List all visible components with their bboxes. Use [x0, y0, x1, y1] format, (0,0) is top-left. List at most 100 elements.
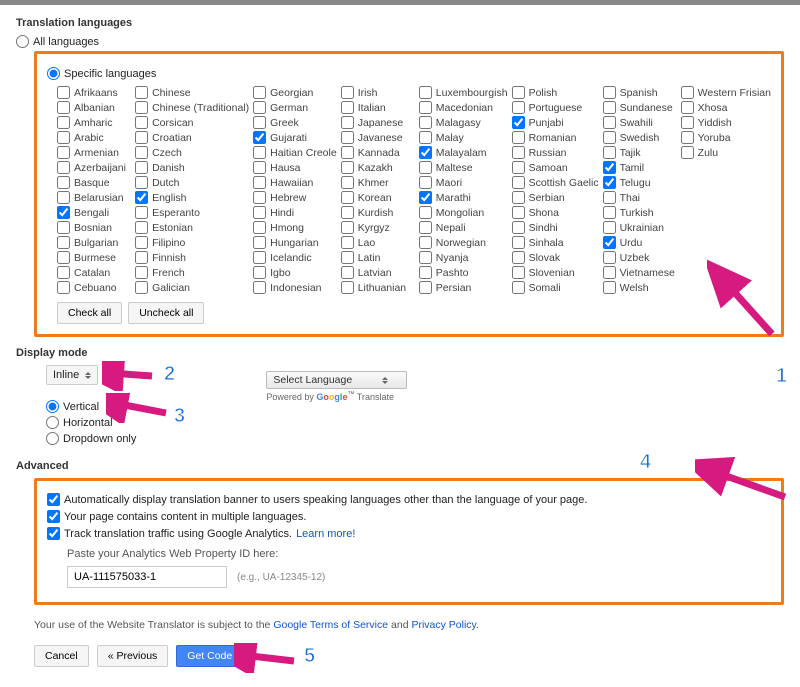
language-checkbox[interactable]: [253, 161, 266, 174]
language-checkbox[interactable]: [341, 206, 354, 219]
language-item[interactable]: Xhosa: [681, 101, 771, 114]
language-item[interactable]: Croatian: [135, 131, 249, 144]
language-item[interactable]: Marathi: [419, 191, 508, 204]
language-checkbox[interactable]: [135, 131, 148, 144]
language-checkbox[interactable]: [57, 161, 70, 174]
language-item[interactable]: Armenian: [57, 146, 131, 159]
language-item[interactable]: Slovak: [512, 251, 599, 264]
language-checkbox[interactable]: [341, 236, 354, 249]
language-item[interactable]: Zulu: [681, 146, 771, 159]
language-checkbox[interactable]: [681, 131, 694, 144]
language-item[interactable]: Persian: [419, 281, 508, 294]
language-item[interactable]: Pashto: [419, 266, 508, 279]
language-item[interactable]: Thai: [603, 191, 677, 204]
language-checkbox[interactable]: [253, 86, 266, 99]
language-checkbox[interactable]: [419, 266, 432, 279]
language-item[interactable]: Gujarati: [253, 131, 337, 144]
language-item[interactable]: Javanese: [341, 131, 415, 144]
language-item[interactable]: Malagasy: [419, 116, 508, 129]
language-checkbox[interactable]: [57, 221, 70, 234]
language-checkbox[interactable]: [512, 236, 525, 249]
language-item[interactable]: Scottish Gaelic: [512, 176, 599, 189]
language-item[interactable]: Irish: [341, 86, 415, 99]
language-item[interactable]: Punjabi: [512, 116, 599, 129]
language-checkbox[interactable]: [57, 251, 70, 264]
language-item[interactable]: Samoan: [512, 161, 599, 174]
language-checkbox[interactable]: [681, 116, 694, 129]
language-item[interactable]: Nepali: [419, 221, 508, 234]
language-checkbox[interactable]: [419, 101, 432, 114]
language-item[interactable]: Kyrgyz: [341, 221, 415, 234]
language-item[interactable]: Albanian: [57, 101, 131, 114]
language-item[interactable]: Malay: [419, 131, 508, 144]
language-checkbox[interactable]: [341, 191, 354, 204]
language-checkbox[interactable]: [512, 281, 525, 294]
language-item[interactable]: Haitian Creole: [253, 146, 337, 159]
language-checkbox[interactable]: [135, 86, 148, 99]
language-item[interactable]: French: [135, 266, 249, 279]
language-checkbox[interactable]: [57, 86, 70, 99]
language-item[interactable]: Galician: [135, 281, 249, 294]
language-item[interactable]: Latvian: [341, 266, 415, 279]
language-item[interactable]: Norwegian: [419, 236, 508, 249]
language-item[interactable]: Yoruba: [681, 131, 771, 144]
language-checkbox[interactable]: [341, 161, 354, 174]
language-item[interactable]: Luxembourgish: [419, 86, 508, 99]
language-checkbox[interactable]: [57, 266, 70, 279]
language-item[interactable]: Russian: [512, 146, 599, 159]
language-item[interactable]: Urdu: [603, 236, 677, 249]
language-checkbox[interactable]: [419, 131, 432, 144]
language-checkbox[interactable]: [135, 206, 148, 219]
language-checkbox[interactable]: [419, 221, 432, 234]
language-item[interactable]: Maltese: [419, 161, 508, 174]
language-checkbox[interactable]: [603, 206, 616, 219]
language-checkbox[interactable]: [341, 281, 354, 294]
language-checkbox[interactable]: [512, 176, 525, 189]
language-item[interactable]: Swahili: [603, 116, 677, 129]
language-checkbox[interactable]: [419, 206, 432, 219]
language-item[interactable]: Czech: [135, 146, 249, 159]
language-item[interactable]: English: [135, 191, 249, 204]
language-checkbox[interactable]: [135, 176, 148, 189]
language-item[interactable]: Igbo: [253, 266, 337, 279]
language-checkbox[interactable]: [681, 146, 694, 159]
language-checkbox[interactable]: [135, 161, 148, 174]
language-item[interactable]: Lithuanian: [341, 281, 415, 294]
language-item[interactable]: Sundanese: [603, 101, 677, 114]
language-checkbox[interactable]: [603, 86, 616, 99]
language-checkbox[interactable]: [341, 146, 354, 159]
language-item[interactable]: Corsican: [135, 116, 249, 129]
language-item[interactable]: Belarusian: [57, 191, 131, 204]
language-checkbox[interactable]: [419, 236, 432, 249]
language-item[interactable]: Filipino: [135, 236, 249, 249]
learn-more-link[interactable]: Learn more!: [296, 528, 355, 540]
check-all-button[interactable]: Check all: [57, 302, 122, 324]
language-checkbox[interactable]: [419, 146, 432, 159]
language-item[interactable]: Macedonian: [419, 101, 508, 114]
language-item[interactable]: Uzbek: [603, 251, 677, 264]
language-item[interactable]: Azerbaijani: [57, 161, 131, 174]
language-checkbox[interactable]: [253, 251, 266, 264]
language-checkbox[interactable]: [419, 251, 432, 264]
language-checkbox[interactable]: [253, 266, 266, 279]
language-checkbox[interactable]: [341, 176, 354, 189]
language-item[interactable]: Western Frisian: [681, 86, 771, 99]
language-checkbox[interactable]: [512, 266, 525, 279]
language-item[interactable]: Malayalam: [419, 146, 508, 159]
previous-button[interactable]: « Previous: [97, 645, 169, 667]
language-item[interactable]: Hindi: [253, 206, 337, 219]
radio-vertical[interactable]: [46, 400, 59, 413]
language-item[interactable]: Greek: [253, 116, 337, 129]
language-checkbox[interactable]: [512, 146, 525, 159]
language-item[interactable]: Finnish: [135, 251, 249, 264]
language-item[interactable]: Sinhala: [512, 236, 599, 249]
language-item[interactable]: Latin: [341, 251, 415, 264]
language-checkbox[interactable]: [57, 236, 70, 249]
language-item[interactable]: Burmese: [57, 251, 131, 264]
language-checkbox[interactable]: [253, 131, 266, 144]
language-checkbox[interactable]: [512, 206, 525, 219]
language-checkbox[interactable]: [681, 86, 694, 99]
language-checkbox[interactable]: [512, 251, 525, 264]
radio-dropdown-only[interactable]: [46, 432, 59, 445]
language-checkbox[interactable]: [603, 236, 616, 249]
